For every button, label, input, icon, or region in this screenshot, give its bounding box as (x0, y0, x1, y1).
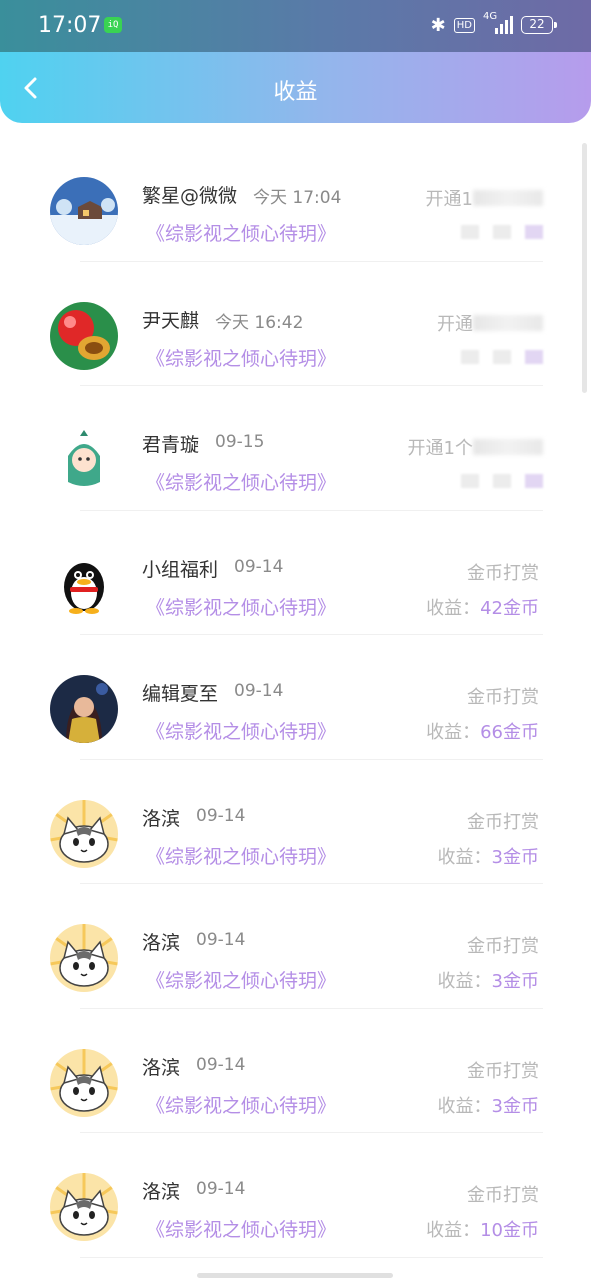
list-item[interactable]: 繁星@微微 今天 17:04 《综影视之倾心待玥》 开通1 (0, 137, 591, 262)
income-label: 收益： (437, 846, 492, 868)
book-title[interactable]: 《综影视之倾心待玥》 (146, 219, 336, 246)
item-time: 今天 16:42 (215, 312, 304, 333)
signal-icon: 4G (483, 11, 513, 36)
income-amount: 收益：66金币 (426, 718, 539, 744)
avatar[interactable] (50, 1048, 118, 1117)
book-title[interactable]: 《综影视之倾心待玥》 (146, 966, 336, 993)
blurred-income (451, 349, 543, 364)
income-value: 66金币 (480, 722, 539, 743)
user-name: 洛滨 (142, 1181, 181, 1203)
page-title: 收益 (273, 80, 318, 105)
income-type: 金币打赏 (467, 811, 539, 833)
income-type: 金币打赏 (467, 687, 539, 708)
user-name: 尹天麒 (142, 309, 200, 332)
list-item[interactable]: 编辑夏至 09-14 《综影视之倾心待玥》 金币打赏收益：66金币 (0, 635, 591, 760)
item-time: 09-14 (196, 1179, 246, 1199)
avatar[interactable] (50, 675, 118, 743)
income-value: 10金币 (480, 1220, 539, 1241)
item-time: 今天 17:04 (253, 188, 342, 208)
book-title[interactable]: 《综影视之倾心待玥》 (146, 344, 336, 371)
user-name: 洛滨 (142, 932, 181, 954)
bluetooth-icon: ✱ (430, 14, 446, 36)
user-name: 洛滨 (142, 1056, 181, 1079)
battery-icon: 22 (521, 16, 557, 34)
blurred-text (473, 190, 543, 206)
book-title[interactable]: 《综影视之倾心待玥》 (146, 1091, 336, 1118)
avatar[interactable] (50, 177, 118, 245)
user-name: 君青璇 (142, 434, 200, 456)
income-type: 开通 (437, 313, 473, 335)
avatar[interactable] (50, 301, 118, 370)
user-name: 小组福利 (142, 558, 219, 581)
book-title[interactable]: 《综影视之倾心待玥》 (146, 842, 336, 869)
list-item[interactable]: 洛滨 09-14 《综影视之倾心待玥》 金币打赏收益：3金币 (0, 760, 591, 884)
blurred-income (451, 474, 543, 488)
avatar[interactable] (50, 426, 118, 494)
list-item[interactable]: 洛滨 09-14 《综影视之倾心待玥》 金币打赏收益：3金币 (0, 1009, 591, 1133)
avatar[interactable] (50, 924, 118, 992)
status-time: 17:07 (38, 13, 102, 38)
income-value: 3金币 (491, 1095, 539, 1117)
user-name: 洛滨 (142, 807, 181, 830)
blurred-text (473, 439, 543, 455)
user-name: 编辑夏至 (142, 683, 219, 705)
income-value: 42金币 (480, 597, 539, 619)
income-type: 开通1个 (407, 438, 473, 459)
income-value: 3金币 (491, 971, 539, 992)
list-item[interactable]: 小组福利 09-14 《综影视之倾心待玥》 金币打赏收益：42金币 (0, 511, 591, 635)
blurred-income (451, 225, 543, 239)
item-time: 09-14 (196, 930, 246, 950)
item-time: 09-14 (196, 1054, 246, 1075)
user-name: 繁星@微微 (142, 185, 238, 207)
book-title[interactable]: 《综影视之倾心待玥》 (146, 717, 336, 744)
income-type: 金币打赏 (467, 1185, 539, 1206)
list-item[interactable]: 君青璇 09-15 《综影视之倾心待玥》 开通1个 (0, 386, 591, 511)
avatar[interactable] (50, 799, 118, 868)
item-time: 09-14 (196, 805, 246, 826)
home-indicator[interactable] (197, 1273, 393, 1278)
income-type: 开通1 (425, 189, 473, 210)
app-notification-icon: iQ (104, 17, 122, 33)
income-label: 收益： (437, 1095, 492, 1117)
income-amount: 收益：3金币 (438, 1092, 539, 1118)
income-label: 收益： (437, 971, 492, 992)
list-item[interactable]: 尹天麒 今天 16:42 《综影视之倾心待玥》 开通 (0, 262, 591, 386)
income-type: 金币打赏 (467, 936, 539, 957)
list-item[interactable]: 洛滨 09-14 《综影视之倾心待玥》 金币打赏收益：3金币 (0, 884, 591, 1009)
item-time: 09-15 (215, 432, 265, 452)
avatar[interactable] (50, 1173, 118, 1241)
blurred-text (473, 314, 543, 331)
avatar[interactable] (50, 550, 118, 619)
income-label: 收益： (426, 597, 481, 619)
income-type: 金币打赏 (467, 562, 539, 584)
income-amount: 收益：10金币 (426, 1216, 539, 1242)
scrollbar[interactable] (582, 143, 587, 393)
status-bar: 17:07 iQ ✱ HD 4G 22 (0, 0, 591, 52)
item-time: 09-14 (234, 556, 284, 577)
app-header: 17:07 iQ ✱ HD 4G 22 收益 (0, 0, 591, 123)
item-time: 09-14 (234, 681, 284, 701)
status-icons: ✱ HD 4G 22 (430, 11, 557, 36)
income-value: 3金币 (491, 846, 539, 868)
book-title[interactable]: 《综影视之倾心待玥》 (146, 1215, 336, 1242)
hd-icon: HD (453, 17, 475, 33)
list-item[interactable]: 洛滨 09-14 《综影视之倾心待玥》 金币打赏收益：10金币 (0, 1133, 591, 1258)
income-list: 繁星@微微 今天 17:04 《综影视之倾心待玥》 开通1 尹天麒 今天 16:42 《综影… (0, 137, 591, 1258)
income-amount: 收益：42金币 (426, 594, 539, 620)
income-amount: 收益：3金币 (438, 843, 539, 869)
book-title[interactable]: 《综影视之倾心待玥》 (146, 593, 336, 620)
income-amount: 收益：3金币 (438, 967, 539, 993)
income-label: 收益： (426, 722, 481, 743)
income-label: 收益： (426, 1220, 481, 1241)
divider (80, 1256, 543, 1258)
book-title[interactable]: 《综影视之倾心待玥》 (146, 468, 336, 495)
income-type: 金币打赏 (467, 1060, 539, 1082)
